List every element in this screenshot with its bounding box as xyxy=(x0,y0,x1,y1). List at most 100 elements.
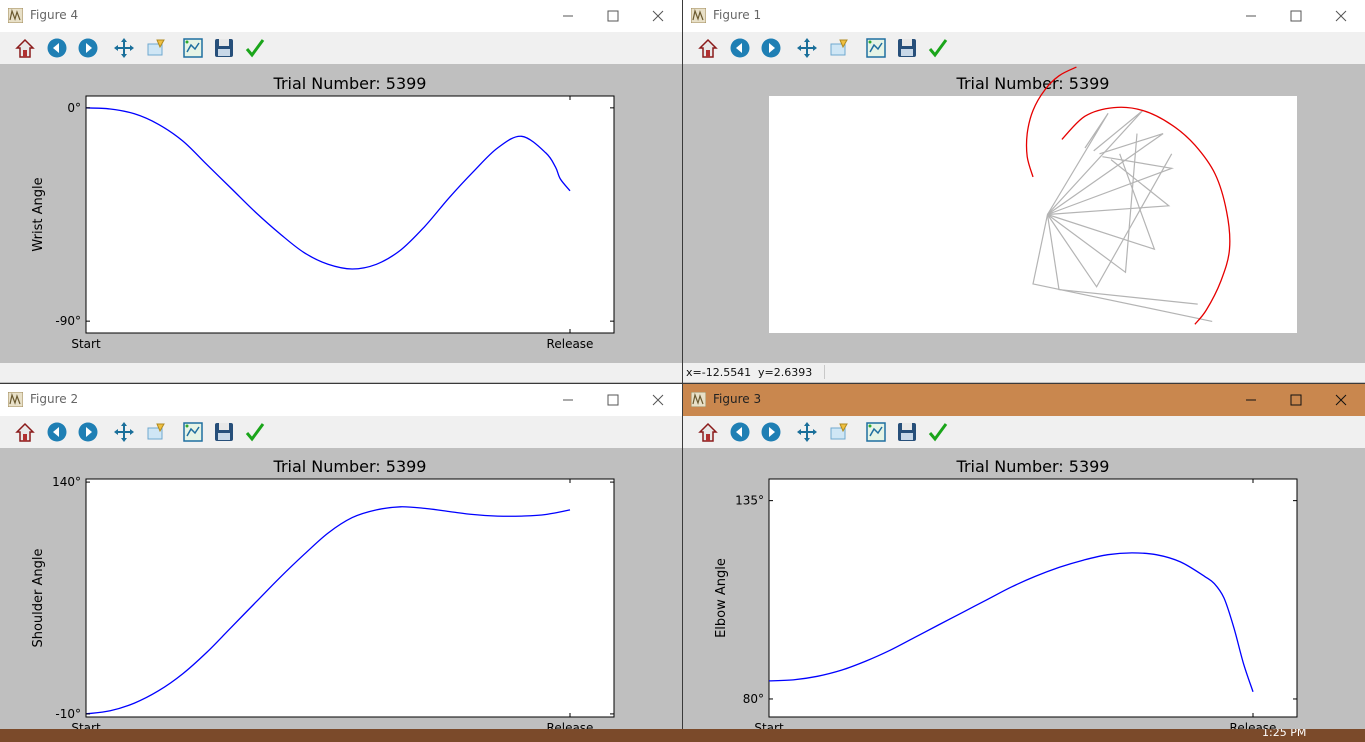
app-icon xyxy=(691,392,706,407)
home-icon[interactable] xyxy=(697,37,719,59)
maximize-icon[interactable] xyxy=(1285,6,1307,26)
title-bar[interactable]: Figure 2 xyxy=(0,384,682,416)
edit-axes-icon[interactable] xyxy=(244,37,266,59)
save-icon[interactable] xyxy=(213,37,235,59)
zoom-icon[interactable] xyxy=(145,37,167,59)
minimize-icon[interactable] xyxy=(557,390,579,410)
plot-area xyxy=(768,478,1298,718)
forward-arrow-icon[interactable] xyxy=(760,421,782,443)
save-icon[interactable] xyxy=(213,421,235,443)
window-figure-1: Figure 1 Trial Number: 5399 x=-12.5541 y… xyxy=(683,0,1365,383)
figure-canvas: Trial Number: 5399 0° -90° Start Release Wris… xyxy=(31,74,615,351)
maximize-icon[interactable] xyxy=(602,390,624,410)
y-axis-label: Elbow Angle xyxy=(714,558,729,638)
status-bar: x=-12.5541 y=2.6393 xyxy=(683,363,1365,382)
configure-subplots-icon[interactable] xyxy=(182,421,204,443)
window-figure-2: Figure 2 Trial Number: 5399 140° -10° Start… xyxy=(0,384,682,729)
x-tick-label: Start xyxy=(71,721,101,729)
app-icon xyxy=(8,392,23,407)
edit-axes-icon[interactable] xyxy=(927,37,949,59)
plot-area xyxy=(769,96,1297,333)
zoom-icon[interactable] xyxy=(828,37,850,59)
taskbar: 1:25 PM xyxy=(0,729,1365,742)
toolbar xyxy=(0,416,682,448)
y-axis-label: Wrist Angle xyxy=(31,177,46,251)
window-figure-4: Figure 4 Trial Number: 5399 0° -90° Start Re… xyxy=(0,0,682,383)
app-icon xyxy=(8,8,23,23)
figure-canvas: Trial Number: 5399 135° 80° Start Release Elb… xyxy=(714,457,1298,729)
save-icon[interactable] xyxy=(896,421,918,443)
window-title: Figure 4 xyxy=(30,8,79,22)
edit-axes-icon[interactable] xyxy=(927,421,949,443)
y-tick-label: 135° xyxy=(735,494,764,508)
maximize-icon[interactable] xyxy=(1285,390,1307,410)
forward-arrow-icon[interactable] xyxy=(77,421,99,443)
back-arrow-icon[interactable] xyxy=(729,421,751,443)
status-x-coordinate: x=-12.5541 xyxy=(686,366,752,379)
chart-title: Trial Number: 5399 xyxy=(273,457,427,476)
title-bar[interactable]: Figure 1 xyxy=(683,0,1365,32)
y-axis-label: Shoulder Angle xyxy=(31,548,46,647)
forward-arrow-icon[interactable] xyxy=(760,37,782,59)
x-tick-label: Release xyxy=(547,337,594,351)
pan-icon[interactable] xyxy=(796,37,818,59)
chart-title: Trial Number: 5399 xyxy=(956,74,1110,93)
toolbar xyxy=(0,32,682,64)
window-figure-3: Figure 3 Trial Number: 5399 135° 80° Start R… xyxy=(683,384,1365,729)
x-tick-label: Start xyxy=(754,721,784,729)
back-arrow-icon[interactable] xyxy=(729,37,751,59)
y-tick-label: 140° xyxy=(52,475,81,489)
configure-subplots-icon[interactable] xyxy=(865,421,887,443)
y-tick-label: -90° xyxy=(55,314,81,328)
configure-subplots-icon[interactable] xyxy=(182,37,204,59)
toolbar xyxy=(683,416,1365,448)
window-title: Figure 3 xyxy=(713,392,762,406)
window-title: Figure 2 xyxy=(30,392,79,406)
save-icon[interactable] xyxy=(896,37,918,59)
zoom-icon[interactable] xyxy=(828,421,850,443)
window-title: Figure 1 xyxy=(713,8,762,22)
zoom-icon[interactable] xyxy=(145,421,167,443)
y-tick-label: 0° xyxy=(67,101,81,115)
minimize-icon[interactable] xyxy=(557,6,579,26)
plot-area xyxy=(85,478,615,718)
home-icon[interactable] xyxy=(697,421,719,443)
home-icon[interactable] xyxy=(14,37,36,59)
figure-canvas: Trial Number: 5399 xyxy=(769,66,1297,333)
toolbar xyxy=(683,32,1365,64)
maximize-icon[interactable] xyxy=(602,6,624,26)
close-icon[interactable] xyxy=(647,6,669,26)
x-tick-label: Release xyxy=(1230,721,1277,729)
close-icon[interactable] xyxy=(1330,390,1352,410)
status-bar xyxy=(0,363,682,382)
figure-canvas: Trial Number: 5399 140° -10°Start Release Sh… xyxy=(31,457,615,729)
minimize-icon[interactable] xyxy=(1240,390,1262,410)
x-tick-label: Start xyxy=(71,337,101,351)
taskbar-clock[interactable]: 1:25 PM xyxy=(1262,729,1306,739)
window-border-horizontal xyxy=(0,383,1365,384)
title-bar[interactable]: Figure 4 xyxy=(0,0,682,32)
y-tick-label: 80° xyxy=(743,692,764,706)
pan-icon[interactable] xyxy=(113,37,135,59)
x-tick-label: Release xyxy=(547,721,594,729)
minimize-icon[interactable] xyxy=(1240,6,1262,26)
y-tick-label: -10° xyxy=(55,707,81,721)
title-bar[interactable]: Figure 3 xyxy=(683,384,1365,416)
forward-arrow-icon[interactable] xyxy=(77,37,99,59)
close-icon[interactable] xyxy=(647,390,669,410)
window-border-vertical xyxy=(682,0,683,729)
pan-icon[interactable] xyxy=(796,421,818,443)
chart-title: Trial Number: 5399 xyxy=(956,457,1110,476)
plot-area xyxy=(85,95,615,334)
pan-icon[interactable] xyxy=(113,421,135,443)
status-divider xyxy=(824,365,825,379)
close-icon[interactable] xyxy=(1330,6,1352,26)
configure-subplots-icon[interactable] xyxy=(865,37,887,59)
status-y-coordinate: y=2.6393 xyxy=(758,366,813,379)
home-icon[interactable] xyxy=(14,421,36,443)
back-arrow-icon[interactable] xyxy=(46,421,68,443)
back-arrow-icon[interactable] xyxy=(46,37,68,59)
app-icon xyxy=(691,8,706,23)
edit-axes-icon[interactable] xyxy=(244,421,266,443)
chart-title: Trial Number: 5399 xyxy=(273,74,427,93)
